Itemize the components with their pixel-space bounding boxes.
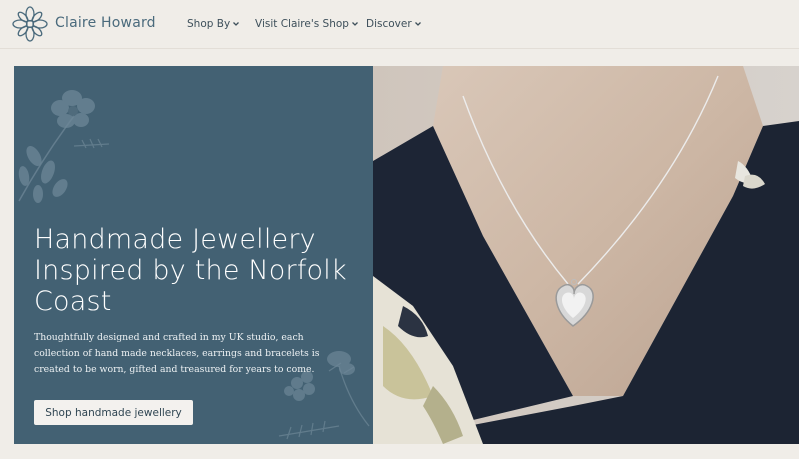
nav-discover[interactable]: Discover xyxy=(366,18,422,30)
shop-handmade-jewellery-button[interactable]: Shop handmade jewellery xyxy=(34,400,193,425)
hero-image xyxy=(373,66,799,444)
nav-visit-shop-label: Visit Claire's Shop xyxy=(255,18,349,30)
nav-visit-shop[interactable]: Visit Claire's Shop xyxy=(255,18,359,30)
brand-name[interactable]: Claire Howard xyxy=(55,15,156,31)
chevron-down-icon xyxy=(352,22,358,26)
nav-discover-label: Discover xyxy=(366,18,412,30)
hero-text-panel: Handmade Jewellery Inspired by the Norfo… xyxy=(14,66,373,444)
heart-pendant-necklace-photo xyxy=(373,66,799,444)
chevron-down-icon xyxy=(233,22,240,26)
floral-decoration-icon xyxy=(18,90,110,203)
hero-headline: Handmade Jewellery Inspired by the Norfo… xyxy=(34,224,347,317)
site-header: Claire Howard Shop By Visit Claire's Sho… xyxy=(0,0,799,49)
nav-shop-by[interactable]: Shop By xyxy=(187,18,240,30)
nav-shop-by-label: Shop By xyxy=(187,18,231,30)
hero-description: Thoughtfully designed and crafted in my … xyxy=(34,332,320,375)
chevron-down-icon xyxy=(414,22,421,26)
flower-logo-icon[interactable] xyxy=(12,5,48,43)
